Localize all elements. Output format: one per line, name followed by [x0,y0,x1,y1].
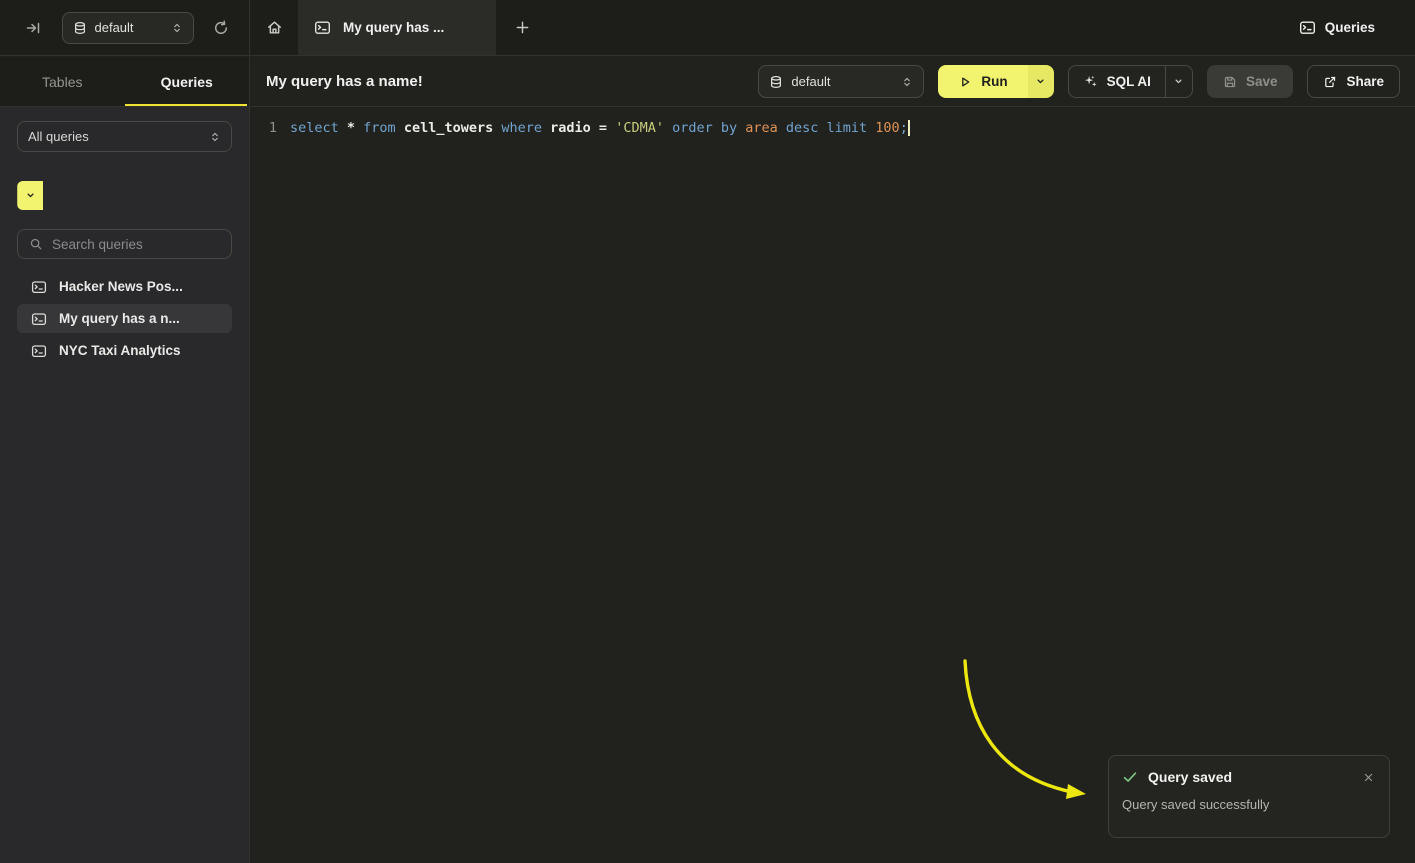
sidebar-tabs: Tables Queries [0,57,249,107]
collapse-sidebar-button[interactable] [20,14,48,42]
code-line: 1 select * from cell_towers where radio … [251,118,1415,138]
terminal-icon [1299,19,1316,36]
refresh-button[interactable] [208,14,236,42]
home-button[interactable] [250,0,298,55]
top-bar: default My query has ... [0,0,1415,56]
collapse-sidebar-icon [26,20,42,36]
page-title: My query has a name! [266,73,758,90]
query-item-label: My query has a n... [59,311,180,326]
updown-chevron-icon [901,76,913,88]
toast-title: Query saved [1148,769,1351,785]
top-bar-left: default [0,0,250,55]
main-area: My query has a name! default [251,57,1415,863]
tab-queries[interactable]: Queries [125,57,250,106]
share-icon [1323,75,1337,89]
main-header: My query has a name! default [251,57,1415,107]
save-label: Save [1246,74,1278,89]
database-selector[interactable]: default [62,12,194,44]
text-cursor [908,120,910,136]
query-item-label: NYC Taxi Analytics [59,343,181,358]
new-query-split-button: New query [17,181,232,210]
toast-query-saved: Query saved Query saved successfully [1108,755,1390,838]
plus-icon [515,20,530,35]
tab-tables[interactable]: Tables [0,57,125,106]
updown-chevron-icon [171,22,183,34]
sidebar-body: All queries New query [0,107,249,379]
queries-link[interactable]: Queries [1299,0,1415,55]
database-icon [769,75,783,89]
tab-my-query[interactable]: My query has ... [298,0,496,55]
chevron-down-icon [25,190,36,201]
line-number: 1 [251,118,277,138]
toolbar: default Run [758,65,1400,98]
play-icon [958,75,972,89]
terminal-icon [314,19,331,36]
app-window: default My query has ... [0,0,1415,863]
terminal-icon [31,311,47,327]
save-icon [1223,75,1237,89]
terminal-icon [31,343,47,359]
queries-link-label: Queries [1325,20,1375,35]
chevron-down-icon [1035,76,1046,87]
sql-ai-button[interactable]: SQL AI [1069,66,1165,97]
queries-filter-select[interactable]: All queries [17,121,232,152]
query-item-label: Hacker News Pos... [59,279,183,294]
toast-message: Query saved successfully [1122,797,1376,812]
query-list: Hacker News Pos... My query has a n... N… [17,272,232,365]
tab-label: My query has ... [343,20,444,35]
sql-ai-label: SQL AI [1107,74,1151,89]
tab-strip: My query has ... [250,0,1299,55]
terminal-icon [31,279,47,295]
sparkles-icon [1083,74,1098,89]
sidebar: Tables Queries All queries New query [0,57,250,863]
database-selector-value: default [95,20,163,35]
toast-header: Query saved [1122,769,1376,785]
updown-chevron-icon [209,131,221,143]
query-list-item[interactable]: My query has a n... [17,304,232,333]
sql-ai-split-button: SQL AI [1068,65,1193,98]
save-button[interactable]: Save [1207,65,1294,98]
database-selector-value: default [791,74,893,89]
database-selector[interactable]: default [758,65,924,98]
query-list-item[interactable]: NYC Taxi Analytics [17,336,232,365]
share-label: Share [1346,74,1384,89]
search-queries-input[interactable] [52,237,229,252]
sql-code: select * from cell_towers where radio = … [290,118,908,138]
run-label: Run [981,74,1007,89]
check-icon [1122,769,1138,785]
run-split-button: Run [938,65,1053,98]
chevron-down-icon [1173,76,1184,87]
sql-editor[interactable]: 1 select * from cell_towers where radio … [251,107,1415,138]
new-query-dropdown-button[interactable] [17,181,43,210]
run-button[interactable]: Run [938,65,1027,98]
toast-close-button[interactable] [1361,770,1376,785]
close-icon [1363,772,1374,783]
queries-filter-value: All queries [28,129,201,144]
query-list-item[interactable]: Hacker News Pos... [17,272,232,301]
share-button[interactable]: Share [1307,65,1400,98]
sql-ai-dropdown-button[interactable] [1165,66,1192,97]
run-dropdown-button[interactable] [1028,65,1054,98]
search-queries-box [17,229,232,259]
new-tab-button[interactable] [496,0,548,55]
refresh-icon [213,20,229,36]
home-icon [266,19,283,36]
search-icon [29,237,43,251]
database-icon [73,21,87,35]
